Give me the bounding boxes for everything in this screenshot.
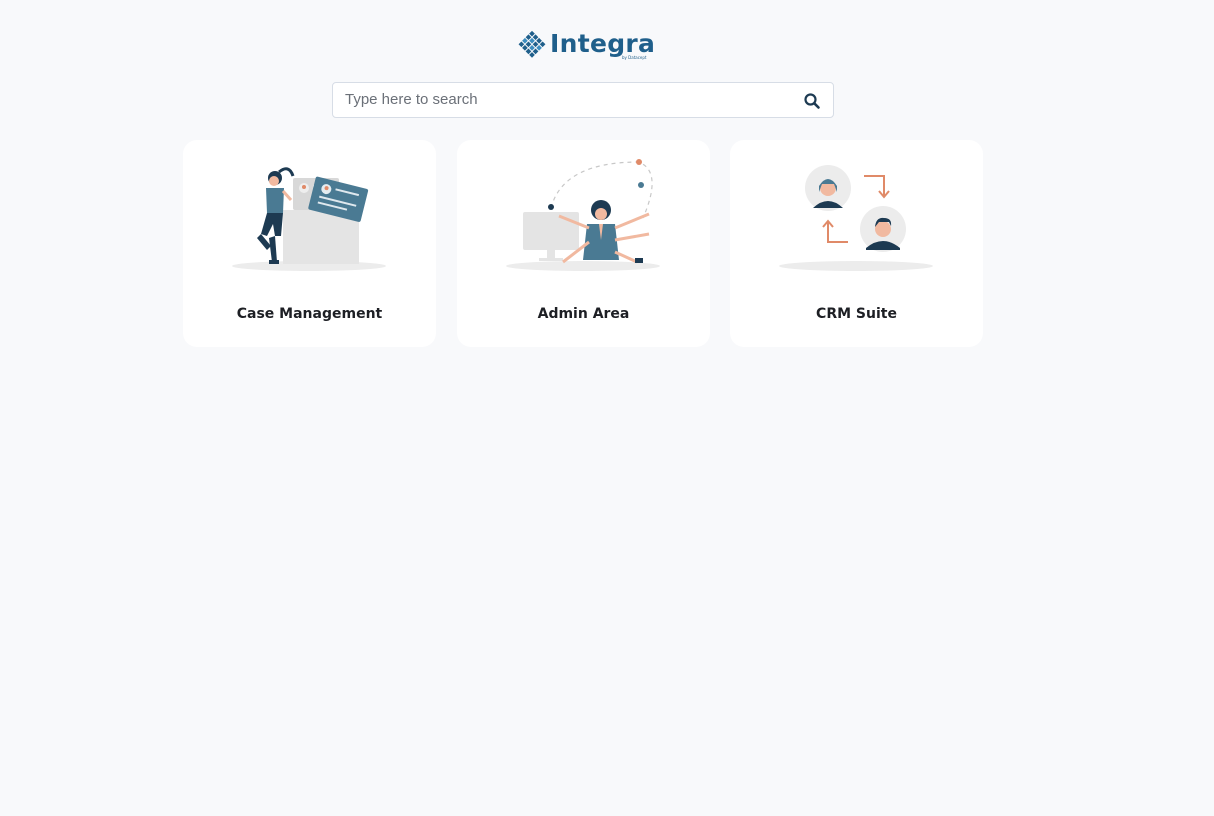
app-card-label: CRM Suite <box>816 306 897 322</box>
app-launcher-page: Integra by Datacept Type here to search … <box>0 0 1214 816</box>
app-card-crm-suite[interactable]: CRM Suite <box>730 140 983 347</box>
search-icon[interactable] <box>803 92 821 110</box>
app-card-case-management[interactable]: Case Management <box>183 140 436 347</box>
brand-logo: Integra by Datacept <box>517 28 657 64</box>
app-card-label: Case Management <box>236 306 383 322</box>
search-input[interactable] <box>333 83 793 116</box>
multitasking-admin-illustration <box>506 159 660 271</box>
search-bar <box>332 82 834 118</box>
woman-with-files-illustration <box>232 167 386 271</box>
brand-byline: by Datacept <box>622 55 647 60</box>
app-card-label: Admin Area <box>537 306 630 322</box>
app-card-admin-area[interactable]: Admin Area <box>457 140 710 347</box>
customer-exchange-illustration <box>779 165 933 271</box>
logo-mark-icon <box>518 30 546 58</box>
